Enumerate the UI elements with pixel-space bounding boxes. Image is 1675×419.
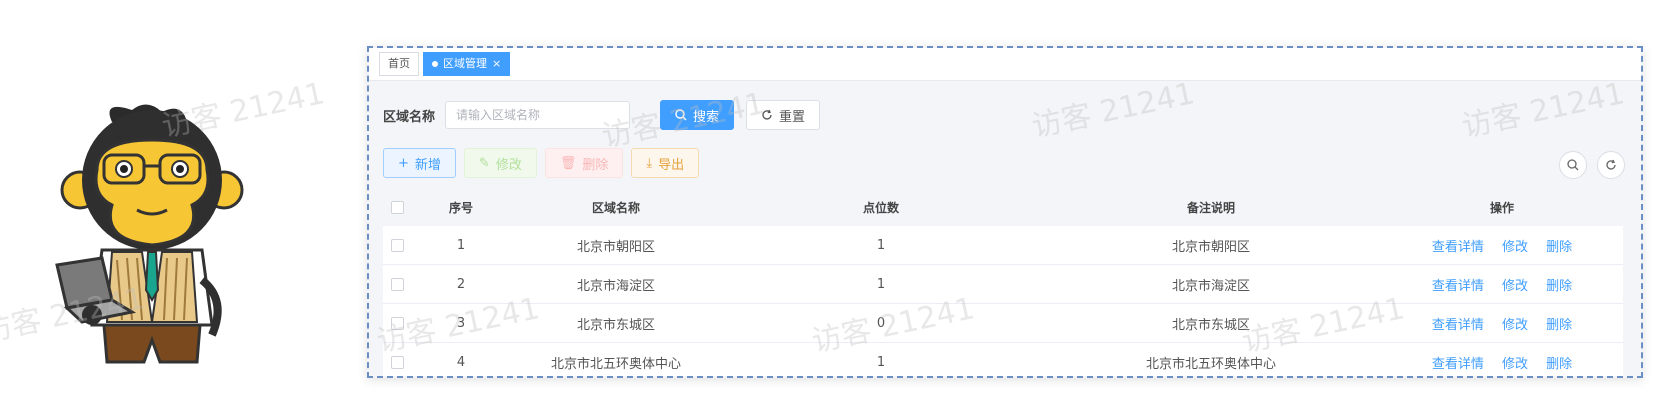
reset-button-label: 重置 [779,109,806,125]
edit-link[interactable]: 修改 [1502,318,1528,333]
cell-remark: 北京市东城区 [1171,317,1250,333]
area-name-input[interactable] [445,101,630,129]
plus-icon: + [398,155,409,171]
column-header: 备注说明 [1186,200,1235,215]
search-form: 区域名称 搜索 重置 [383,100,821,130]
cell-area-name: 北京市东城区 [576,317,655,333]
area-table: 序号 区域名称 点位数 备注说明 操作 1 北京市朝阳区 1 北京市朝阳区 查看… [383,188,1623,376]
export-button[interactable]: ⤓ 导出 [631,148,700,178]
search-button-label: 搜索 [693,109,720,125]
delete-link[interactable]: 删除 [1546,318,1572,333]
edit-link[interactable]: 修改 [1502,240,1528,255]
cell-actions: 查看详情 修改 删除 [1381,314,1623,333]
download-icon: ⤓ [646,155,653,171]
cell-points: 1 [876,237,886,253]
cell-remark: 北京市北五环奥体中心 [1145,356,1276,372]
select-all-checkbox[interactable] [390,200,404,214]
tab-label: 区域管理 [443,57,487,70]
column-header: 区域名称 [591,200,640,215]
delete-link[interactable]: 删除 [1546,357,1572,372]
add-button[interactable]: + 新增 [383,148,456,178]
cell-points: 1 [876,276,886,292]
row-checkbox[interactable] [390,355,404,369]
cell-index: 2 [456,276,466,292]
delete-link[interactable]: 删除 [1546,240,1572,255]
cell-index: 3 [456,315,466,331]
edit-icon: ✎ [478,155,490,171]
reset-button[interactable]: 重置 [746,100,821,130]
cell-area-name: 北京市海淀区 [576,278,655,294]
area-name-label: 区域名称 [383,109,436,125]
cell-remark: 北京市海淀区 [1171,278,1250,294]
delete-link[interactable]: 删除 [1546,279,1572,294]
view-details-link[interactable]: 查看详情 [1432,318,1484,333]
table-row: 3 北京市东城区 0 北京市东城区 查看详情 修改 删除 [383,304,1623,343]
table-tools [1559,151,1625,179]
refresh-icon [1606,159,1616,170]
edit-link[interactable]: 修改 [1502,279,1528,294]
tab-area-management[interactable]: 区域管理 × [423,52,511,76]
toggle-search-button[interactable] [1559,151,1587,179]
tab-bar: 首页 区域管理 × [369,48,1641,81]
cell-actions: 查看详情 修改 删除 [1381,353,1623,372]
tab-home[interactable]: 首页 [379,52,419,76]
edit-link[interactable]: 修改 [1502,357,1528,372]
cell-points: 0 [876,315,886,331]
table-row: 1 北京市朝阳区 1 北京市朝阳区 查看详情 修改 删除 [383,226,1623,265]
delete-button-label: 删除 [582,157,609,173]
edit-button-label: 修改 [495,157,522,173]
search-icon [1567,159,1579,171]
cell-points: 1 [876,354,886,370]
active-dot-icon [432,61,438,67]
cell-actions: 查看详情 修改 删除 [1381,275,1623,294]
table-row: 4 北京市北五环奥体中心 1 北京市北五环奥体中心 查看详情 修改 删除 [383,343,1623,376]
monkey-mascot-illustration [55,104,244,364]
cell-index: 4 [456,354,466,370]
trash-icon: 🗑 [559,155,577,171]
delete-button[interactable]: 🗑 删除 [544,148,624,178]
refresh-icon [762,109,772,120]
row-checkbox[interactable] [390,316,404,330]
table-header: 序号 区域名称 点位数 备注说明 操作 [383,188,1623,226]
search-button[interactable]: 搜索 [660,100,735,130]
view-details-link[interactable]: 查看详情 [1432,357,1484,372]
search-icon [675,109,687,121]
column-header: 点位数 [862,200,899,215]
view-details-link[interactable]: 查看详情 [1432,279,1484,294]
add-button-label: 新增 [414,157,441,173]
cell-area-name: 北京市北五环奥体中心 [550,356,681,372]
action-toolbar: + 新增 ✎ 修改 🗑 删除 ⤓ 导出 [383,148,700,178]
cell-remark: 北京市朝阳区 [1171,239,1250,255]
cell-actions: 查看详情 修改 删除 [1381,236,1623,255]
table-row: 2 北京市海淀区 1 北京市海淀区 查看详情 修改 删除 [383,265,1623,304]
cell-index: 1 [456,237,466,253]
app-window: 首页 区域管理 × 区域名称 搜索 重置 + 新增 ✎ 修改 🗑 删除 [367,46,1643,378]
column-header: 操作 [1489,200,1514,215]
refresh-button[interactable] [1597,151,1625,179]
edit-button[interactable]: ✎ 修改 [463,148,537,178]
row-checkbox[interactable] [390,238,404,252]
export-button-label: 导出 [658,157,685,173]
tab-label: 首页 [388,57,410,70]
cell-area-name: 北京市朝阳区 [576,239,655,255]
column-header: 序号 [448,200,473,215]
close-icon[interactable]: × [492,53,501,75]
view-details-link[interactable]: 查看详情 [1432,240,1484,255]
row-checkbox[interactable] [390,277,404,291]
